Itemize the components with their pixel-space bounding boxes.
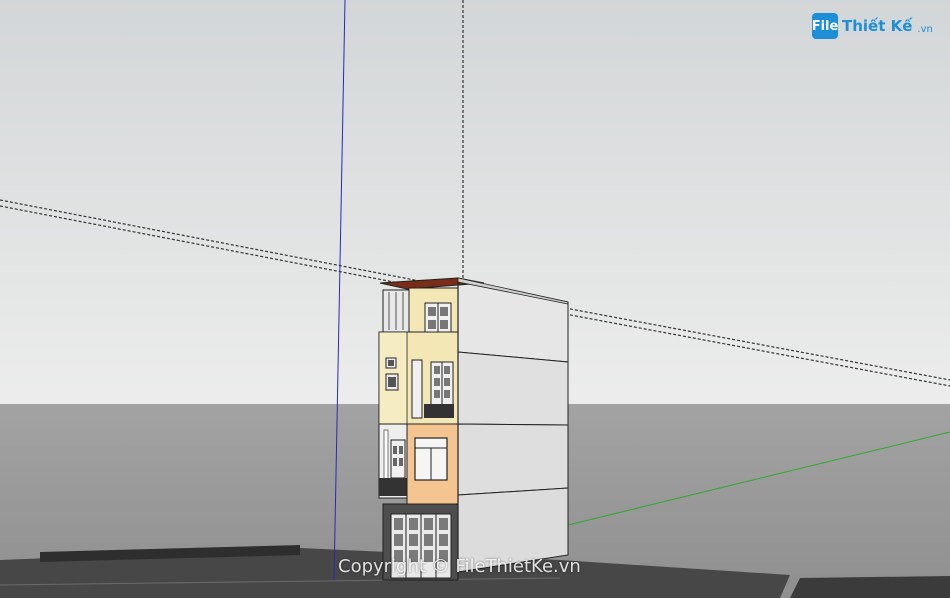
file-thietke-logo-icon: File: [812, 13, 838, 39]
logo-suffix: .vn: [917, 23, 933, 35]
railing-3: [424, 404, 454, 418]
copyright-watermark: Copyright © FileThietKe.vn: [338, 556, 581, 577]
logo-text: Thiết Kế: [842, 17, 913, 35]
sketchup-viewport[interactable]: File Thiết Kế .vn Copyright © FileThietK…: [0, 0, 950, 598]
neighbor-slab: [790, 576, 950, 598]
file-thietke-logo: File Thiết Kế .vn: [812, 12, 933, 40]
side-wall-2: [457, 423, 569, 496]
3d-scene-canvas[interactable]: [0, 0, 950, 598]
side-wall-3: [457, 351, 569, 426]
window-3-narrow: [411, 359, 423, 419]
railing-2: [379, 478, 407, 496]
